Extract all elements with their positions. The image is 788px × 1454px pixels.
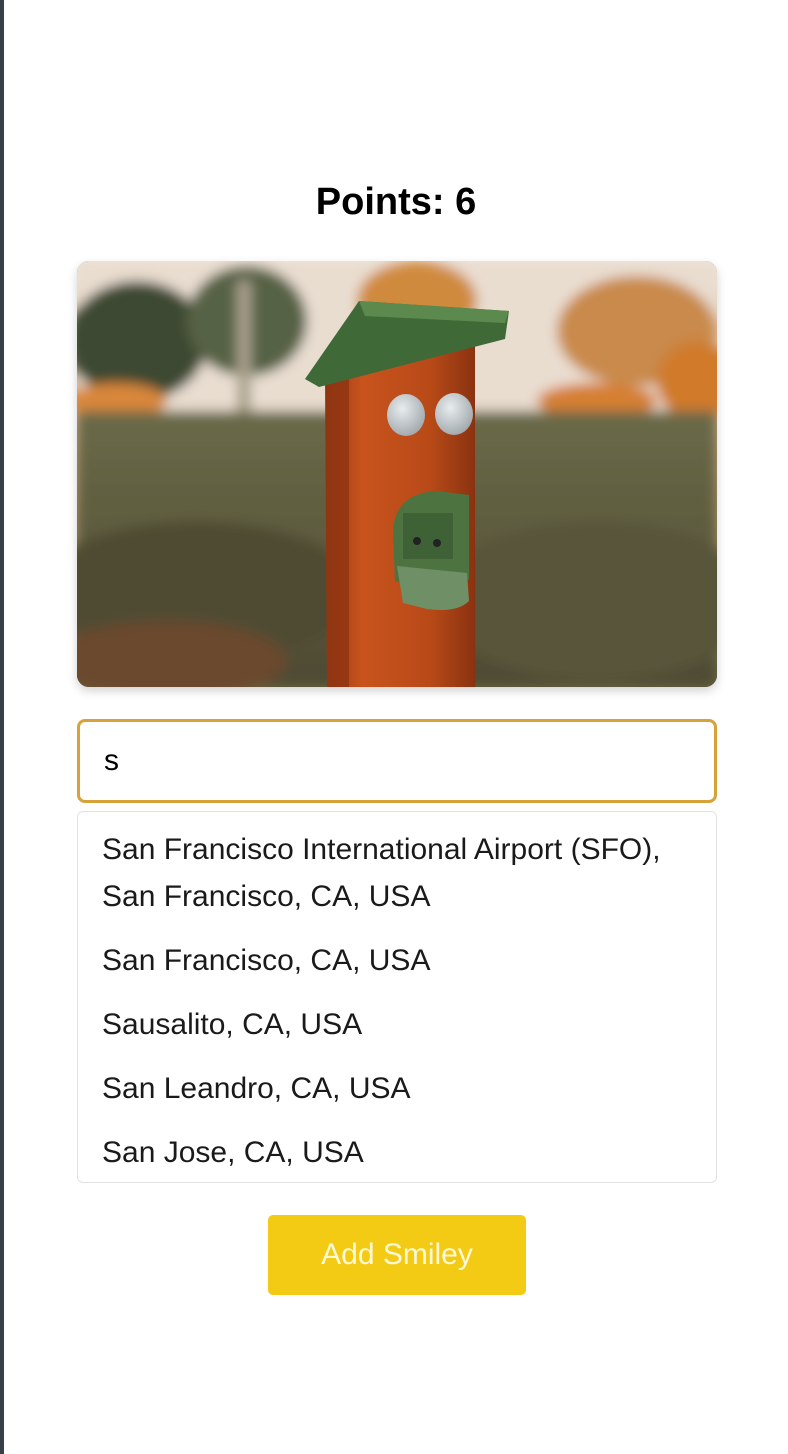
points-title: Points: 6 xyxy=(315,181,477,223)
page: Points: 6 s San Francisco International … xyxy=(4,0,788,1454)
smiley-photo xyxy=(77,261,717,687)
suggestion-item[interactable]: San Leandro, CA, USA xyxy=(78,1065,716,1112)
suggestion-item[interactable]: Sausalito, CA, USA xyxy=(78,1001,716,1048)
birdhouse-face-image xyxy=(77,261,717,687)
suggestion-item[interactable]: San Jose, CA, USA xyxy=(78,1129,716,1176)
suggestion-item[interactable]: San Francisco, CA, USA xyxy=(78,937,716,984)
suggestion-item[interactable]: San Francisco International Airport (SFO… xyxy=(78,826,716,920)
add-smiley-button[interactable]: Add Smiley xyxy=(268,1215,526,1295)
location-suggestions-list: San Francisco International Airport (SFO… xyxy=(77,811,717,1183)
location-search-input[interactable] xyxy=(77,719,717,803)
